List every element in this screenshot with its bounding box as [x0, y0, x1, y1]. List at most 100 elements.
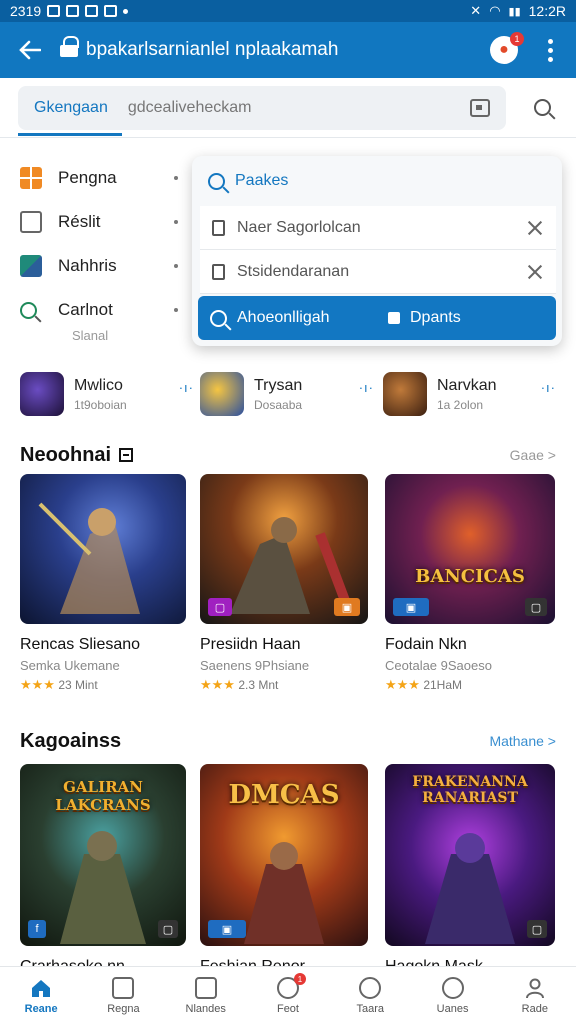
- game-name: Fodain Nkn: [385, 636, 467, 653]
- category-item-pengna[interactable]: Pengna: [20, 156, 180, 200]
- game-card[interactable]: Rencas Sliesano Semka Ukemane ★★★ 23 Min…: [20, 474, 186, 693]
- suggestion-row[interactable]: Naer Sagorlolcan: [200, 206, 556, 250]
- search-icon: [20, 299, 42, 321]
- game-art: GALIRAN LAKCRANS f ▢: [20, 764, 186, 946]
- section-header: Neoohnai Gaae >: [20, 440, 556, 470]
- nav-badge: 1: [293, 973, 306, 985]
- game-rating: ★★★ 2.3 Mnt: [200, 677, 279, 692]
- status-clock: 12:2R: [528, 3, 566, 19]
- app-icon: [20, 372, 64, 416]
- signal-icon: ▮▮: [508, 5, 521, 18]
- game-art: FRAKENANNA RANARIAST ▢: [385, 764, 555, 946]
- search-action-button[interactable]: Ahoeonlligah: [198, 309, 388, 327]
- platform-badge: ▣: [208, 920, 246, 938]
- search-suggestions-popup: Paakes Naer Sagorlolcan Stsidendaranan A…: [192, 156, 562, 346]
- compass-icon: [359, 977, 382, 999]
- category-item-carlnot[interactable]: Carlnot Slanal: [20, 288, 180, 343]
- popup-action-bar: Ahoeonlligah Dpants: [198, 296, 556, 340]
- list-icon: [112, 977, 135, 999]
- mute-icon: ✕: [470, 3, 482, 18]
- close-icon[interactable]: [524, 261, 546, 283]
- more-icon[interactable]: ·ı·: [541, 380, 556, 395]
- game-name: Presiidn Haan: [200, 636, 301, 653]
- featured-app[interactable]: Narvkan 1a 2olon ·ı·: [383, 366, 558, 422]
- nav-item-regna[interactable]: Regna: [82, 967, 164, 1024]
- star-icon: ★★★: [200, 677, 235, 692]
- search-button[interactable]: [524, 90, 560, 126]
- search-icon: [210, 309, 227, 327]
- game-publisher: Semka Ukemane: [20, 658, 120, 673]
- search-tab[interactable]: Gkengaan: [18, 86, 122, 136]
- game-art: DMCAS ▣: [200, 764, 368, 946]
- more-icon[interactable]: ·ı·: [359, 380, 374, 395]
- more-icon[interactable]: ·ı·: [179, 380, 194, 395]
- search-icon: [208, 172, 225, 190]
- image-notification-icon: [104, 5, 118, 17]
- document-icon: [212, 263, 225, 280]
- category-item-reslit[interactable]: Réslit: [20, 200, 180, 244]
- featured-app[interactable]: Mwlico 1t9oboian ·ı·: [20, 366, 200, 422]
- category-item-nahhris[interactable]: Nahhris: [20, 244, 180, 288]
- bell-icon: ●: [499, 41, 509, 58]
- search-bar[interactable]: Gkengaan gdcealiveheckam: [18, 85, 506, 136]
- nav-item-uanes[interactable]: Uanes: [411, 967, 493, 1024]
- platform-badge: f: [28, 920, 46, 938]
- search-row: Gkengaan gdcealiveheckam: [0, 78, 576, 138]
- nav-item-rade[interactable]: Rade: [494, 967, 576, 1024]
- platform-badge: ▣: [393, 598, 429, 616]
- wifi-icon: ◠: [489, 3, 501, 18]
- notification-icon: [66, 5, 80, 17]
- section-title: Neoohnai: [20, 443, 112, 466]
- close-icon[interactable]: [524, 217, 546, 239]
- url-title[interactable]: bpakarlsarnianlel nplaakamah: [86, 39, 490, 61]
- featured-app[interactable]: Trysan Dosaaba ·ı·: [200, 366, 380, 422]
- notification-icon: [47, 5, 61, 17]
- game-card[interactable]: GALIRAN LAKCRANS f ▢ Crarhasoko nn: [20, 764, 186, 976]
- status-bar: 2319 ✕ ◠ ▮▮ 12:2R: [0, 0, 576, 22]
- game-card[interactable]: ▢ ▣ Presiidn Haan Saenens 9Phsiane ★★★ 2…: [200, 474, 368, 693]
- star-icon: ★★★: [385, 677, 420, 692]
- chat-icon: [441, 977, 464, 999]
- document-icon: [212, 219, 225, 236]
- dot-icon: [123, 8, 129, 14]
- game-card[interactable]: DMCAS ▣ Feshian Renor: [200, 764, 368, 976]
- arrow-left-icon: [19, 40, 41, 60]
- grid-icon: [20, 167, 42, 189]
- search-icon: [533, 99, 551, 116]
- game-art: ▢ ▣: [200, 474, 368, 624]
- game-publisher: Ceotalae 9Saoeso: [385, 658, 492, 673]
- nav-item-feot[interactable]: 1 Feot: [247, 967, 329, 1024]
- notification-button[interactable]: ● 1: [490, 32, 524, 64]
- platform-badge: ▣: [334, 598, 360, 616]
- status-time: 2319: [10, 3, 42, 19]
- see-more-link[interactable]: Mathane >: [489, 733, 556, 749]
- plugins-button[interactable]: Dpants: [388, 309, 461, 327]
- puzzle-icon: [388, 312, 400, 324]
- nav-item-nlandes[interactable]: Nlandes: [165, 967, 247, 1024]
- art-title: BANCICAS: [415, 566, 525, 587]
- home-icon: [32, 980, 51, 997]
- category-list: Pengna Réslit Nahhris Carlnot Slanal: [20, 156, 180, 343]
- overflow-menu-button[interactable]: [540, 38, 560, 62]
- see-more-link[interactable]: Gaae >: [510, 447, 556, 463]
- section-icon: [119, 448, 134, 462]
- game-rating: ★★★ 23 Mint: [20, 677, 98, 692]
- section-title: Kagoainss: [20, 729, 122, 752]
- search-input[interactable]: gdcealiveheckam: [122, 99, 470, 117]
- app-bar: bpakarlsarnianlel nplaakamah ● 1: [0, 22, 576, 78]
- nav-item-taara[interactable]: Taara: [329, 967, 411, 1024]
- person-icon: [525, 978, 544, 999]
- notification-badge: 1: [510, 32, 524, 46]
- calendar-icon[interactable]: [470, 98, 490, 117]
- game-card[interactable]: BANCICAS ▣ ▢ Fodain Nkn Ceotalae 9Saoeso…: [385, 474, 555, 693]
- suggestion-row[interactable]: Stsidendaranan: [200, 250, 556, 294]
- game-rating: ★★★ 21HaM: [385, 677, 462, 692]
- platform-badge: ▢: [525, 598, 547, 616]
- back-button[interactable]: [0, 22, 60, 78]
- game-card[interactable]: FRAKENANNA RANARIAST ▢ Hagokn Mask: [385, 764, 555, 976]
- platform-badge: ▢: [527, 920, 547, 938]
- featured-apps-row: Mwlico 1t9oboian ·ı· Trysan Dosaaba ·ı· Na…: [0, 366, 576, 426]
- nav-item-home[interactable]: Reane: [0, 967, 82, 1024]
- game-name: Rencas Sliesano: [20, 636, 141, 653]
- section-header: Kagoainss Mathane >: [20, 726, 556, 756]
